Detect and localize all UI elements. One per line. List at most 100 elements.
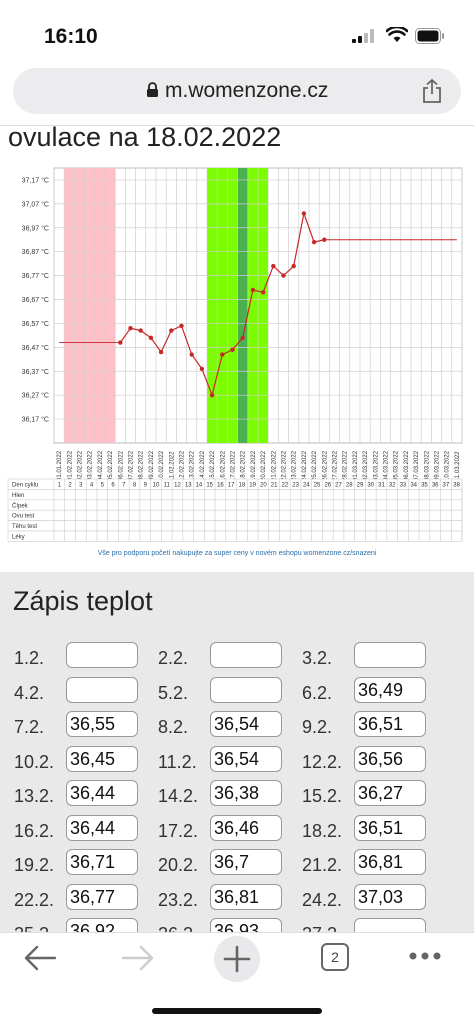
cycle-day-number: 35: [421, 483, 428, 489]
cycle-day-number: 18: [239, 483, 246, 489]
temperature-point: [260, 290, 266, 295]
y-tick-label: 36,57 °C: [22, 320, 49, 328]
x-date-label: 28.02.2022: [343, 450, 349, 481]
entry-date-label: 25.2.: [14, 924, 54, 932]
temperature-input[interactable]: 37,03: [354, 883, 426, 910]
cycle-day-number: 21: [271, 483, 278, 489]
x-date-label: 31.01.2022: [57, 450, 63, 481]
cycle-day-number: 20: [260, 483, 267, 489]
x-date-label: 03.02.2022: [88, 450, 94, 481]
x-date-label: 13.02.2022: [190, 450, 196, 481]
temperature-point: [179, 323, 184, 329]
entry-row: 22.2. 36,77 23.2. 36,81 24.2. 37,03: [0, 882, 474, 917]
temperature-input[interactable]: [354, 918, 426, 932]
temperature-input[interactable]: 36,54: [210, 745, 282, 772]
entry-date-label: 7.2.: [14, 717, 45, 737]
temperature-input[interactable]: 36,49: [354, 676, 426, 703]
x-date-label: 26.02.2022: [322, 450, 328, 481]
temperature-input[interactable]: 36,51: [354, 711, 426, 737]
temperature-input[interactable]: [210, 676, 282, 703]
battery-icon: [415, 28, 444, 44]
temperature-input[interactable]: 36,55: [66, 711, 138, 737]
cycle-day-number: 34: [410, 483, 417, 489]
temperature-point: [138, 328, 143, 333]
temperature-input[interactable]: 36,71: [66, 849, 138, 875]
entry-row: 1.2. 2.2. 3.2.: [0, 640, 474, 675]
shop-link[interactable]: Vše pro podporu početí nakupujte za supe…: [0, 550, 474, 557]
temperature-input[interactable]: 36,77: [66, 883, 138, 910]
temperature-input[interactable]: [66, 676, 138, 703]
temperature-point: [220, 352, 225, 357]
temperature-input[interactable]: 36,7: [210, 849, 282, 875]
x-date-label: 10.03.2022: [445, 450, 451, 481]
x-date-label: 22.02.2022: [282, 450, 288, 481]
y-tick-label: 36,97 °C: [22, 224, 49, 232]
temperature-chart: 37,17 °C 37,07 °C 36,97 °C 36,87 °C 36,77 °C…: [7, 167, 463, 542]
entry-date-label: 21.2.: [302, 855, 343, 875]
temperature-point: [250, 287, 256, 293]
entry-date-label: 18.2.: [302, 820, 343, 841]
temperature-input[interactable]: 36,54: [210, 711, 282, 737]
temperature-input[interactable]: 36,44: [66, 814, 138, 841]
temperature-input[interactable]: 36,46: [210, 814, 282, 841]
cycle-day-number: 26: [324, 483, 331, 489]
cycle-day-number: 29: [357, 483, 364, 489]
x-date-label: 06.03.2022: [404, 450, 410, 481]
temperature-input[interactable]: 36,38: [210, 780, 282, 806]
x-date-label: 02.02.2022: [78, 450, 84, 481]
table-row-label: Léky: [12, 535, 25, 541]
table-row: [7, 499, 463, 511]
cycle-day-number: 12: [174, 483, 181, 489]
temperature-input[interactable]: 36,81: [354, 849, 426, 875]
temperature-input[interactable]: 36,27: [354, 780, 426, 806]
status-time: 16:10: [44, 25, 98, 48]
temperature-point: [128, 326, 133, 331]
x-date-label: 15.02.2022: [210, 450, 216, 481]
cycle-day-number: 22: [281, 483, 288, 489]
temperature-point: [209, 392, 215, 398]
temperature-input[interactable]: 36,81: [210, 883, 282, 910]
x-date-label: 04.02.2022: [98, 450, 104, 481]
temperature-input[interactable]: [210, 642, 282, 668]
forward-arrow-icon[interactable]: [120, 943, 156, 973]
cycle-day-number: 38: [453, 483, 460, 489]
temperature-input[interactable]: 36,51: [354, 814, 426, 841]
temperature-input[interactable]: 36,45: [66, 745, 138, 772]
entry-date-label: 9.2.: [302, 717, 333, 737]
tabs-icon[interactable]: 2: [321, 943, 349, 971]
table-row-label: Den cyklu: [12, 483, 38, 489]
x-date-label: 17.02.2022: [231, 450, 237, 481]
share-icon[interactable]: [421, 78, 443, 104]
x-date-label: 09.03.2022: [435, 450, 441, 481]
x-date-label: 19.02.2022: [251, 450, 257, 481]
temperature-input[interactable]: 36,93: [210, 918, 282, 932]
table-row: [7, 530, 463, 542]
y-tick-label: 37,17 °C: [22, 176, 49, 184]
table-row: [7, 489, 463, 501]
entry-date-label: 26.2.: [158, 924, 198, 932]
temperature-input[interactable]: 36,92: [66, 918, 138, 932]
table-row: [7, 509, 463, 521]
back-arrow-icon[interactable]: [22, 943, 58, 973]
status-bar: 16:10: [0, 0, 474, 68]
temperature-input[interactable]: [354, 642, 426, 668]
address-bar[interactable]: m.womenzone.cz: [13, 68, 461, 114]
plus-icon[interactable]: [213, 935, 261, 983]
y-tick-label: 36,37 °C: [22, 368, 49, 376]
more-icon[interactable]: [408, 951, 442, 961]
temperature-input[interactable]: [66, 642, 138, 668]
x-date-label: 16.02.2022: [220, 450, 226, 481]
temperature-point: [322, 237, 327, 242]
cycle-day-number: 15: [206, 483, 213, 489]
table-row-label: Hlen: [12, 493, 24, 499]
temperature-point: [118, 340, 123, 345]
temperature-input[interactable]: 36,44: [66, 780, 138, 806]
entry-row: 4.2. 5.2. 6.2. 36,49: [0, 675, 474, 710]
cycle-day-number: 25: [314, 483, 321, 489]
x-date-label: 11.02.2022: [169, 451, 175, 481]
cycle-day-number: 14: [196, 483, 203, 489]
temperature-point: [311, 239, 317, 245]
x-date-label: 18.02.2022: [241, 450, 247, 481]
ovulation-day-marker: [237, 168, 248, 443]
temperature-input[interactable]: 36,56: [354, 745, 426, 772]
